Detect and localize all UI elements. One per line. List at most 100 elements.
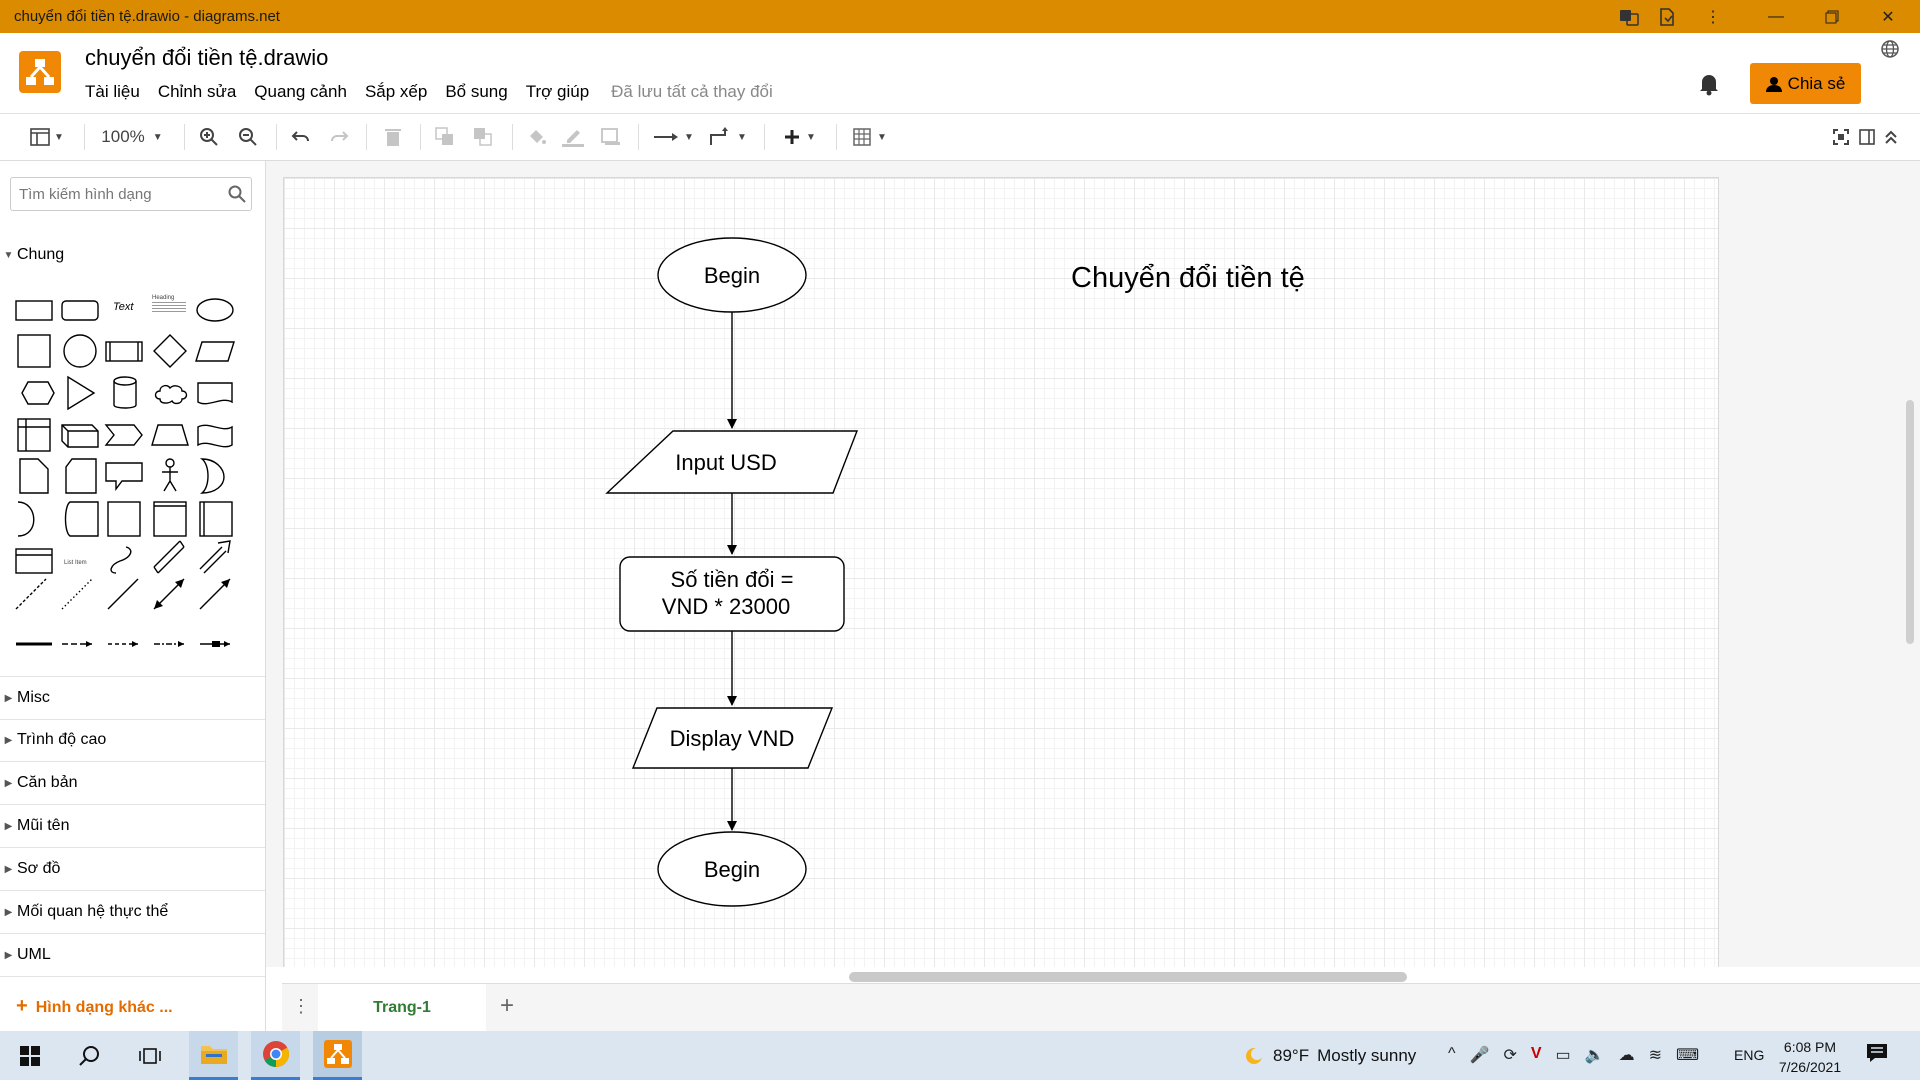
more-vertical-icon[interactable]: ⋮ [1701, 5, 1725, 29]
antivirus-icon[interactable]: V [1531, 1045, 1542, 1065]
minimize-button[interactable]: — [1748, 0, 1804, 33]
connection-style-button[interactable]: ▼ [652, 122, 696, 152]
menu-edit[interactable]: Chỉnh sửa [158, 82, 236, 102]
sync-icon[interactable]: ⟳ [1503, 1045, 1516, 1065]
table-button[interactable]: ▼ [848, 122, 892, 152]
taskbar-drawio[interactable] [313, 1031, 362, 1080]
fill-color-button[interactable] [524, 122, 550, 152]
document-icon[interactable] [1655, 5, 1679, 29]
shape-callout[interactable] [105, 462, 143, 492]
shape-container[interactable] [107, 501, 141, 537]
close-button[interactable]: ✕ [1860, 0, 1916, 33]
shape-step[interactable] [104, 424, 143, 446]
shape-data-storage[interactable] [64, 501, 99, 537]
insert-button[interactable]: ▼ [778, 122, 822, 152]
shape-or[interactable] [199, 458, 225, 494]
section-uml[interactable]: ▶ UML [0, 934, 265, 977]
collapse-button[interactable] [1880, 122, 1902, 152]
shape-rounded-rectangle[interactable] [61, 300, 99, 321]
shape-bidirectional-arrow[interactable] [153, 540, 185, 574]
menu-help[interactable]: Trợ giúp [526, 82, 589, 102]
zoom-in-button[interactable] [196, 122, 222, 152]
shape-vertical-container[interactable] [199, 501, 233, 537]
search-icon[interactable] [228, 185, 246, 203]
diagram-title[interactable]: Chuyển đổi tiền tệ [1071, 262, 1305, 294]
shape-circle[interactable] [63, 334, 97, 368]
shape-internal-storage[interactable] [17, 418, 51, 452]
volume-icon[interactable]: 🔈 [1585, 1045, 1605, 1065]
section-misc[interactable]: ▶ Misc [0, 676, 265, 720]
cloud-icon[interactable]: ☁ [1619, 1045, 1635, 1065]
horizontal-scrollbar[interactable] [849, 972, 1407, 982]
weather-widget[interactable]: 89°F Mostly sunny [1243, 1045, 1416, 1067]
section-advanced[interactable]: ▶ Trình độ cao [0, 719, 265, 762]
section-general[interactable]: ▼ Chung [0, 234, 265, 276]
shape-line[interactable] [107, 578, 139, 610]
format-panel-toggle[interactable]: ▼ [24, 122, 70, 152]
globe-icon[interactable] [1880, 39, 1900, 65]
shape-note[interactable] [19, 458, 49, 494]
shape-process[interactable] [105, 341, 143, 362]
redo-button[interactable] [326, 122, 352, 152]
language-indicator[interactable]: ENG [1734, 1047, 1764, 1063]
menu-file[interactable]: Tài liệu [85, 82, 140, 102]
shape-dashed-line[interactable] [15, 578, 47, 610]
wifi-icon[interactable]: ≋ [1649, 1045, 1662, 1065]
shape-list[interactable] [15, 548, 53, 574]
waypoints-button[interactable]: ▼ [706, 122, 750, 152]
chevron-up-icon[interactable]: ^ [1448, 1045, 1456, 1065]
shape-cloud[interactable] [154, 384, 188, 405]
microphone-icon[interactable]: 🎤 [1470, 1045, 1490, 1065]
shape-arrow[interactable] [199, 540, 231, 574]
section-diagram[interactable]: ▶ Sơ đồ [0, 848, 265, 891]
shape-rectangle[interactable] [15, 300, 53, 321]
zoom-out-button[interactable] [235, 122, 261, 152]
shape-ellipse[interactable] [196, 298, 234, 322]
shape-diamond[interactable] [153, 334, 187, 368]
keyboard-icon[interactable]: ⌨ [1676, 1045, 1699, 1065]
shape-card[interactable] [65, 458, 97, 494]
shape-heading[interactable]: Heading [152, 295, 174, 301]
notification-bell-icon[interactable] [1695, 69, 1723, 97]
taskbar-file-explorer[interactable] [189, 1031, 238, 1080]
flowchart[interactable]: Begin Input USD Số tiền đổi = VND * 2300… [284, 178, 1720, 967]
vertical-scrollbar[interactable] [1906, 400, 1914, 644]
battery-icon[interactable]: ▭ [1556, 1045, 1571, 1065]
shape-trapezoid[interactable] [151, 424, 189, 446]
shape-parallelogram[interactable] [195, 341, 235, 362]
menu-extras[interactable]: Bổ sung [445, 82, 507, 102]
undo-button[interactable] [288, 122, 314, 152]
tab-page-1[interactable]: Trang-1 [318, 984, 486, 1032]
diagram-page[interactable]: Begin Input USD Số tiền đổi = VND * 2300… [283, 177, 1719, 967]
shadow-button[interactable] [598, 122, 624, 152]
section-arrows[interactable]: ▶ Mũi tên [0, 805, 265, 848]
shape-text[interactable]: Text [113, 301, 133, 313]
shape-hexagon[interactable] [21, 381, 55, 405]
menu-arrange[interactable]: Sắp xếp [365, 82, 427, 102]
shape-tape[interactable] [197, 424, 233, 448]
section-entity-relation[interactable]: ▶ Mối quan hệ thực thể [0, 891, 265, 934]
start-button[interactable] [10, 1031, 50, 1080]
format-panel-button[interactable] [1856, 122, 1878, 152]
shape-square[interactable] [17, 334, 51, 368]
clock[interactable]: 6:08 PM 7/26/2021 [1775, 1037, 1845, 1077]
restore-button[interactable] [1804, 0, 1860, 33]
delete-button[interactable] [380, 122, 406, 152]
notification-center-icon[interactable] [1866, 1043, 1888, 1069]
pages-menu-icon[interactable]: ⋮ [292, 996, 310, 1017]
fullscreen-button[interactable] [1830, 122, 1852, 152]
shape-list-item[interactable]: List Item [64, 560, 87, 566]
task-view-button[interactable] [130, 1031, 170, 1080]
line-color-button[interactable] [560, 122, 586, 152]
share-button[interactable]: Chia sẻ [1750, 63, 1861, 104]
taskbar-search-button[interactable] [70, 1031, 110, 1080]
zoom-dropdown[interactable]: 100% ▼ [96, 122, 168, 152]
save-status[interactable]: Đã lưu tất cả thay đổi [611, 82, 773, 102]
shape-delay[interactable] [17, 501, 35, 537]
add-page-plus-icon[interactable]: + [500, 992, 514, 1020]
translate-icon[interactable] [1617, 5, 1641, 29]
shape-dotted-line[interactable] [61, 578, 93, 610]
shape-actor[interactable] [165, 458, 175, 468]
to-front-button[interactable] [432, 122, 458, 152]
shape-swimlane[interactable] [153, 501, 187, 537]
